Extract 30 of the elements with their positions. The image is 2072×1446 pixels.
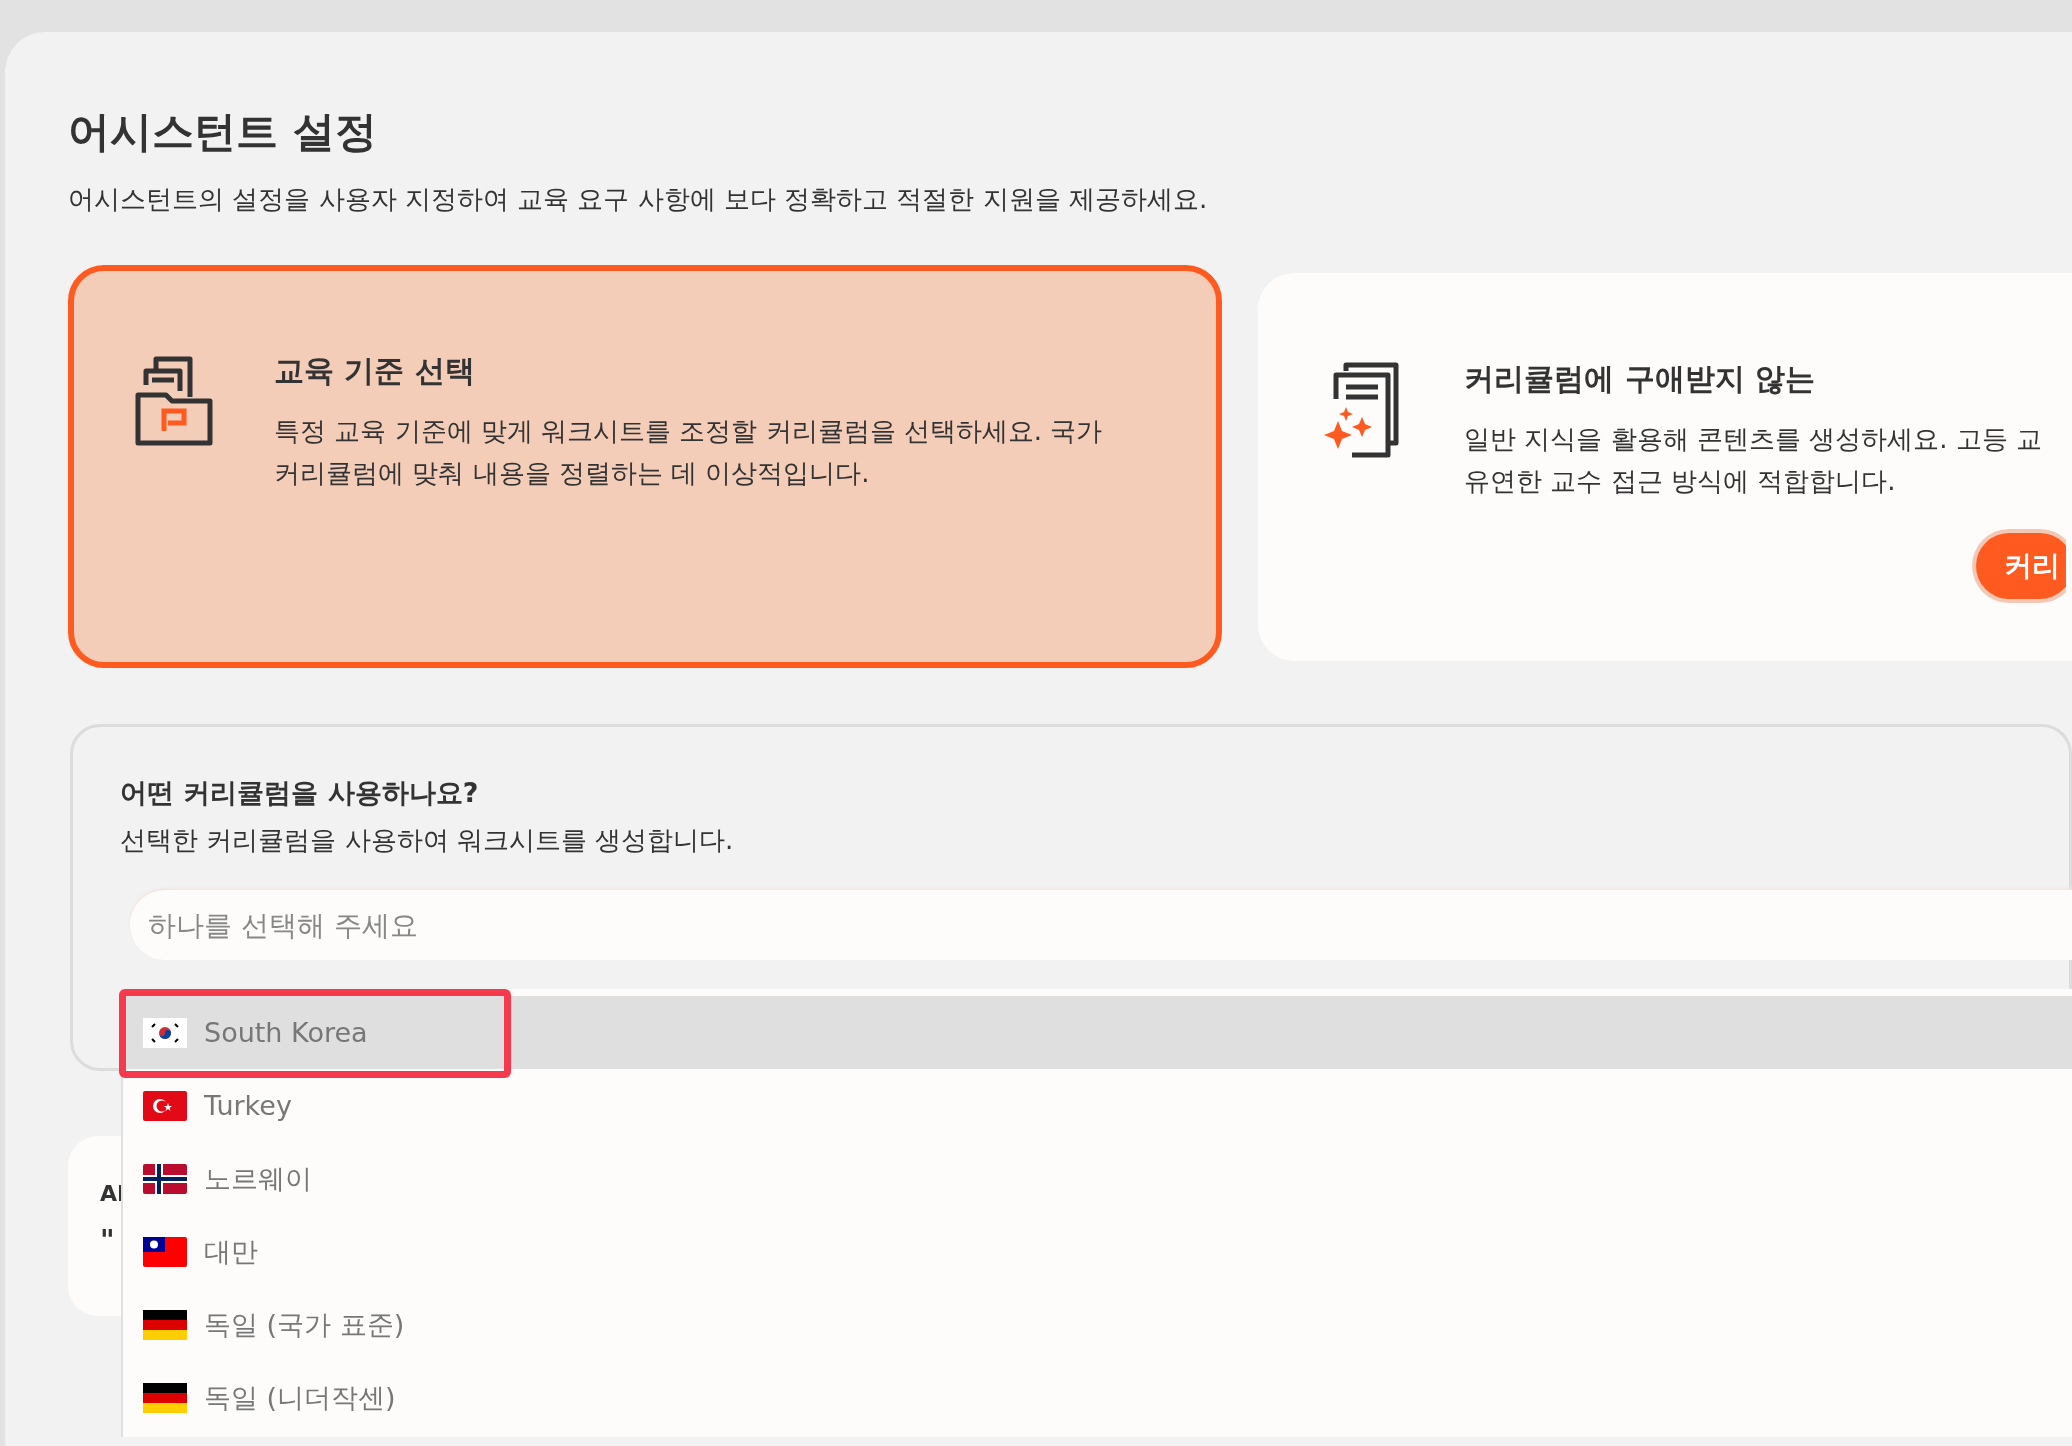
option-label: 대만: [204, 1234, 258, 1269]
page-title: 어시스턴트 설정: [68, 106, 378, 158]
dropdown-option[interactable]: 독일 (니더작센): [123, 1361, 2072, 1434]
dropdown-option[interactable]: South Korea: [123, 996, 2072, 1069]
option-label: 독일 (국가 표준): [204, 1307, 405, 1342]
curriculum-search-field[interactable]: 하나를 선택해 주세요: [130, 890, 2072, 960]
option-label: 노르웨이: [204, 1161, 312, 1196]
mode-card[interactable]: 교육 기준 선택 특정 교육 기준에 맞게 워크시트를 조정할 커리큘럼을 선택하세요. 국가 커리큘럼에 맞춰 내용을 정렬하는 데 이상적입니다.: [68, 265, 1223, 668]
option-label: Turkey: [204, 1090, 292, 1121]
flag-icon: [143, 1090, 187, 1121]
section-description: 선택한 커리큘럼을 사용하여 워크시트를 생성합니다.: [120, 824, 735, 857]
dropdown-option[interactable]: 노르웨이: [123, 1142, 2072, 1215]
dropdown-option[interactable]: 독일 (국가 표준): [123, 1288, 2072, 1361]
section-heading: 어떤 커리큘럼을 사용하나요?: [120, 776, 480, 810]
mode-card[interactable]: 커리큘럼에 구애받지 않는 일반 지식을 활용해 콘텐츠를 생성하세요. 고등 교 유연한 교수 접근 방식에 적합합니다. 커리: [1258, 273, 2072, 661]
card-quote: ": [100, 1224, 115, 1257]
dropdown-option[interactable]: Turkey: [123, 1069, 2072, 1142]
page-subtitle: 어시스턴트의 설정을 사용자 지정하여 교육 요구 사항에 보다 정확하고 적절한 지원을 제공하세요.: [68, 183, 1209, 216]
dropdown-option[interactable]: 대만: [123, 1215, 2072, 1288]
card-description: 일반 지식을 활용해 콘텐츠를 생성하세요. 고등 교 유연한 교수 접근 방식에 적합합니다.: [1464, 423, 2043, 498]
flag-icon: [143, 1309, 187, 1340]
flag-icon: [143, 1163, 187, 1194]
option-label: South Korea: [204, 1017, 368, 1048]
card-title: 교육 기준 선택: [274, 352, 476, 390]
card-title: 커리큘럼에 구애받지 않는: [1464, 360, 1817, 398]
card-description: 특정 교육 기준에 맞게 워크시트를 조정할 커리큘럼을 선택하세요. 국가 커리큘럼에 맞춰 내용을 정렬하는 데 이상적입니다.: [274, 415, 1104, 490]
option-label: 독일 (니더작센): [204, 1380, 396, 1415]
flag-icon: [143, 1382, 187, 1413]
flag-icon: [143, 1017, 187, 1048]
flag-icon: [143, 1236, 187, 1267]
